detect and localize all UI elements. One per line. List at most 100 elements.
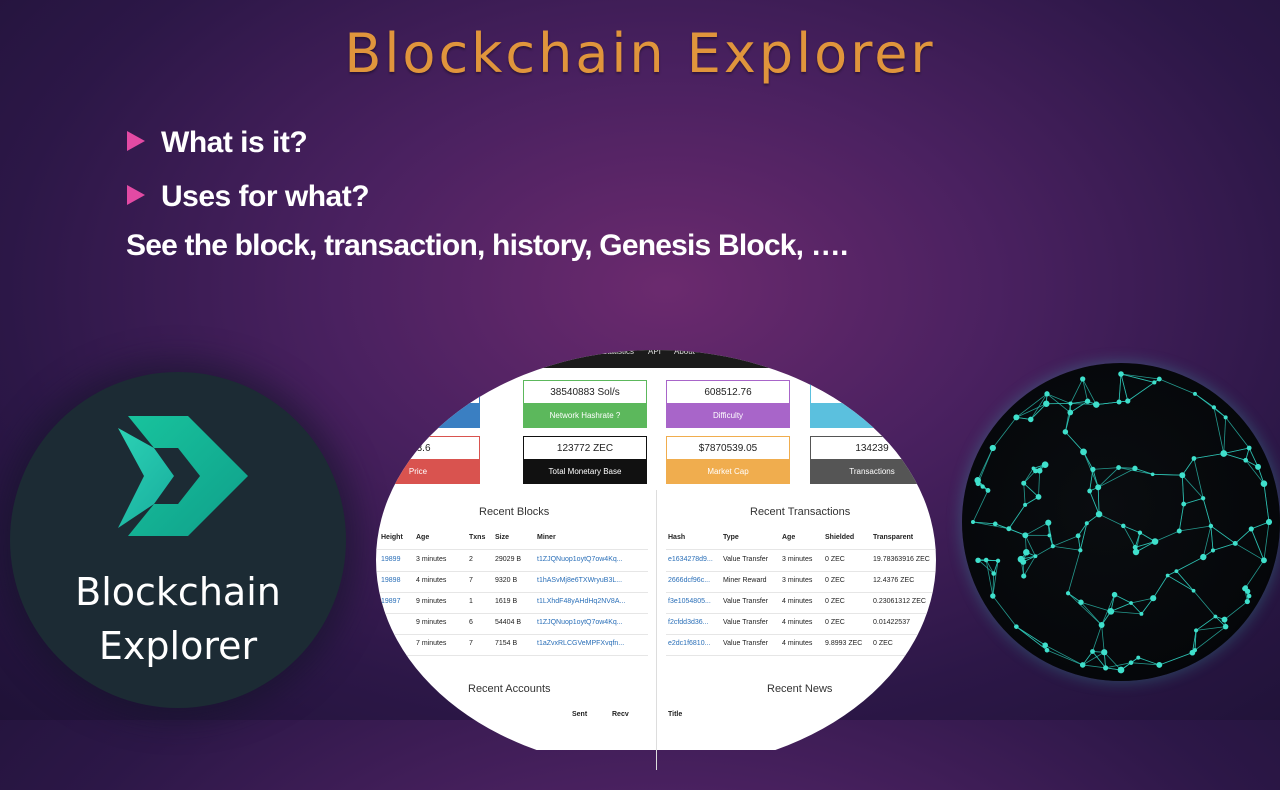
table-cell[interactable]: 19899 (381, 556, 400, 563)
logo-badge: Blockchain Explorer (10, 372, 346, 708)
table-cell: 9320 B (495, 577, 517, 584)
table-cell[interactable]: 19898 (381, 577, 400, 584)
table-row[interactable]: e2dc1f6810...Value Transfer4 minutes9.89… (666, 634, 936, 656)
table-cell: 6 (469, 619, 473, 626)
column-header: Type (723, 534, 739, 541)
table-row[interactable]: 7 minutes77154 Bt1aZvxRLCGVeMPFXvqfn... (376, 634, 648, 656)
table-cell: 7 minutes (416, 640, 446, 647)
column-header: Size (495, 534, 509, 541)
table-cell: 0.23061312 ZEC (873, 598, 926, 605)
bullet-text: Uses for what? (161, 180, 369, 213)
table-cell: Value Transfer (723, 598, 768, 605)
table-cell: 19.78363916 ZEC (873, 556, 930, 563)
table-row[interactable]: f2cfdd3d36...Value Transfer4 minutes0 ZE… (666, 613, 936, 635)
table-cell: 3 minutes (782, 577, 812, 584)
network-hashrate-label: Network Hashrate ? (523, 404, 647, 428)
table-cell: 1619 B (495, 598, 517, 605)
column-header: Transparent (873, 534, 913, 541)
column-divider (656, 490, 657, 790)
table-cell: 0.01422537 (873, 619, 910, 626)
network-hashrate-card: 38540883 Sol/sNetwork Hashrate ? (523, 380, 647, 428)
nav-about[interactable]: About (674, 347, 695, 356)
triangle-bullet-icon (127, 185, 145, 205)
table-row[interactable]: f3e1054805...Value Transfer4 minutes0 ZE… (666, 592, 936, 614)
difficulty-value: 608512.76 (666, 380, 790, 404)
chain-height-card: Chain Height (356, 380, 480, 428)
table-cell[interactable]: e1634278d9... (668, 556, 713, 563)
difficulty-label: Difficulty (666, 404, 790, 428)
block-time-value (810, 380, 934, 404)
chain-height-value (356, 380, 480, 404)
table-cell[interactable]: e2dc1f6810... (668, 640, 710, 647)
table-cell: 4 minutes (416, 577, 446, 584)
transactions-card: 134239Transactions (810, 436, 934, 484)
table-cell[interactable]: t1ZJQNuop1oytQ7ow4Kq... (537, 619, 623, 626)
table-cell: Miner Reward (723, 577, 767, 584)
logo-text-line1: Blockchain (10, 570, 346, 614)
table-cell: 12.4376 ZEC (873, 577, 914, 584)
triangle-bullet-icon (127, 131, 145, 151)
explorer-screenshot: Accounts Statistics API About Chain Heig… (376, 350, 936, 750)
recent-news-title: Recent News (767, 683, 832, 695)
network-globe-image (962, 363, 1280, 681)
table-row[interactable]: 2666dcf96c... Miner Reward 3 minutes 0 ZEC 1… (666, 571, 936, 593)
table-cell[interactable]: t1aZvxRLCGVeMPFXvqfn... (537, 640, 624, 647)
table-cell[interactable]: t1ZJQNuop1oytQ7ow4Kq... (537, 556, 623, 563)
transactions-value: 134239 (810, 436, 934, 460)
table-row[interactable]: 9 minutes 6 54404 B t1ZJQNuop1oytQ7ow4Kq... (376, 613, 648, 635)
table-cell: 4 minutes (782, 598, 812, 605)
column-header: Shielded (825, 534, 854, 541)
table-cell[interactable]: t1hASvMj8e6TXWryuB3L... (537, 577, 622, 584)
table-cell[interactable]: t1LXhdF48yAHdHq2NV8A... (537, 598, 625, 605)
description-line: See the block, transaction, history, Gen… (126, 229, 847, 263)
slide-title: Blockchain Explorer (0, 22, 1280, 85)
block-time-label: Block (810, 404, 934, 428)
network-mesh-icon (962, 363, 1280, 681)
column-header: Age (416, 534, 429, 541)
news-header-title: Title (668, 711, 682, 718)
table-cell: 1 (469, 598, 473, 605)
nav-accounts[interactable]: Accounts (520, 347, 553, 356)
table-row[interactable]: 198993 minutes229029 Bt1ZJQNuop1oytQ7ow4… (376, 550, 648, 572)
bullet-uses: Uses for what? (127, 180, 369, 214)
table-cell: 4 minutes (782, 619, 812, 626)
table-cell: 2 (469, 556, 473, 563)
price-label: Price (356, 460, 480, 484)
table-cell[interactable]: 2666dcf96c... (668, 577, 710, 584)
chevron-d-logo-icon (108, 408, 258, 544)
table-cell[interactable]: f3e1054805... (668, 598, 711, 605)
recent-blocks-title: Recent Blocks (479, 506, 549, 518)
total-monetary-base-label: Total Monetary Base (523, 460, 647, 484)
table-cell: Value Transfer (723, 619, 768, 626)
table-header: HashTypeAgeShieldedTransparent (666, 528, 936, 550)
nav-statistics[interactable]: Statistics (602, 347, 634, 356)
bullet-text: What is it? (161, 126, 307, 159)
table-cell[interactable]: 19897 (381, 598, 400, 605)
column-header: Txns (469, 534, 485, 541)
table-row[interactable]: 19898 4 minutes 7 9320 B t1hASvMj8e6TXWryuB3… (376, 571, 648, 593)
market-cap-value: $7870539.05 (666, 436, 790, 460)
table-cell: 54404 B (495, 619, 521, 626)
price-card: $63.6Price (356, 436, 480, 484)
table-cell: 3 minutes (782, 556, 812, 563)
table-cell: 7 (469, 640, 473, 647)
table-cell: 9.8993 ZEC (825, 640, 862, 647)
recent-transactions-title: Recent Transactions (750, 506, 850, 518)
total-monetary-base-value: 123772 ZEC (523, 436, 647, 460)
table-cell[interactable]: f2cfdd3d36... (668, 619, 708, 626)
recent-accounts-title: Recent Accounts (468, 683, 551, 695)
table-row[interactable]: e1634278d9...Value Transfer3 minutes0 ZE… (666, 550, 936, 572)
table-cell: 7 (469, 577, 473, 584)
table-cell: Value Transfer (723, 556, 768, 563)
column-header: Hash (668, 534, 685, 541)
column-header: Miner (537, 534, 556, 541)
price-value: $63.6 (356, 436, 480, 460)
table-cell: 0 ZEC (825, 577, 845, 584)
accounts-header-sent: Sent (572, 711, 587, 718)
chain-height-label: Chain Height (356, 404, 480, 428)
nav-api[interactable]: API (648, 347, 661, 356)
difficulty-card: 608512.76Difficulty (666, 380, 790, 428)
table-cell: 9 minutes (416, 619, 446, 626)
table-cell: 0 ZEC (873, 640, 893, 647)
table-row[interactable]: 198979 minutes11619 Bt1LXhdF48yAHdHq2NV8… (376, 592, 648, 614)
